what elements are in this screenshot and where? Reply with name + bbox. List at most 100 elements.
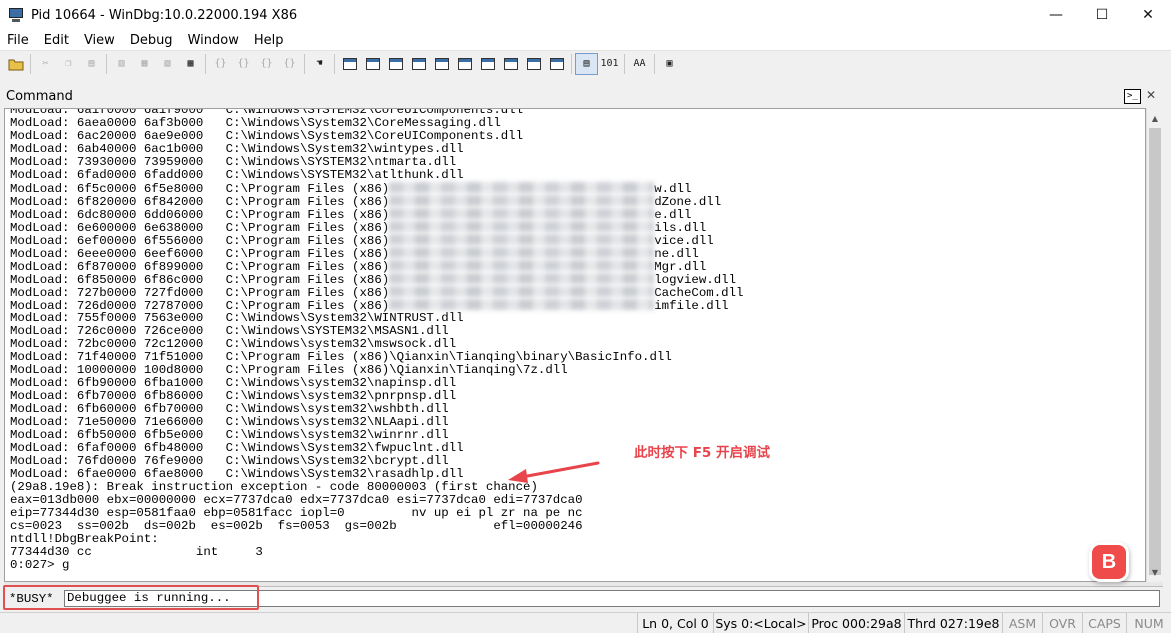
output-line-text: ModLoad: 6eee0000 6eef6000 C:\Program Fi… (10, 247, 390, 261)
open-folder-icon[interactable] (4, 53, 27, 75)
output-line-text: ModLoad: 726c0000 726ce000 C:\Windows\SY… (10, 324, 449, 338)
output-line: 0:027> g (10, 559, 743, 572)
minimize-button[interactable]: — (1033, 0, 1079, 30)
restart-icon[interactable]: ▦ (133, 53, 156, 75)
output-line-text: ModLoad: 71e50000 71e66000 C:\Windows\sy… (10, 415, 449, 429)
redacted-path (389, 221, 655, 232)
output-line-text: ModLoad: 6fae0000 6fae8000 C:\Windows\Sy… (10, 467, 464, 481)
close-button[interactable]: ✕ (1125, 0, 1171, 30)
output-line: ModLoad: 6fad0000 6fadd000 C:\Windows\SY… (10, 169, 743, 182)
scroll-up-arrow-icon[interactable]: ▲ (1147, 110, 1163, 126)
stop-debugging-icon[interactable]: ▧ (156, 53, 179, 75)
window-controls: — ☐ ✕ (1033, 0, 1171, 30)
output-line-text: ModLoad: 6ef00000 6f556000 C:\Program Fi… (10, 234, 390, 248)
paste-icon[interactable]: ▤ (80, 53, 103, 75)
toolbar-separator (624, 53, 625, 74)
redacted-path (389, 247, 655, 258)
break-icon[interactable]: ▩ (179, 53, 202, 75)
output-line-suffix: dZone.dll (654, 195, 722, 209)
status-system: Sys 0:<Local> (713, 613, 808, 633)
output-line-text: 77344d30 cc int 3 (10, 545, 263, 559)
menu-file[interactable]: File (0, 33, 37, 48)
output-line-text: ModLoad: 6fb70000 6fb86000 C:\Windows\sy… (10, 389, 457, 403)
copy-icon[interactable]: ❐ (57, 53, 80, 75)
locals-window-icon[interactable] (384, 53, 407, 75)
status-ovr: OVR (1042, 613, 1082, 633)
cut-icon[interactable]: ✂ (34, 53, 57, 75)
redacted-path (389, 195, 655, 206)
output-line-text: ModLoad: 6fb60000 6fb70000 C:\Windows\sy… (10, 402, 449, 416)
output-line-text: ModLoad: 6fb50000 6fb5e000 C:\Windows\sy… (10, 428, 449, 442)
title-bar: Pid 10664 - WinDbg:10.0.22000.194 X86 — … (0, 0, 1171, 30)
memory-window-icon[interactable] (430, 53, 453, 75)
annotation-text: 此时按下 F5 开启调试 (634, 445, 771, 461)
output-line: 77344d30 cc int 3 (10, 546, 743, 559)
output-line: ModLoad: 6f5c0000 6f5e8000 C:\Program Fi… (10, 182, 743, 196)
menu-window[interactable]: Window (181, 33, 247, 48)
output-line-text: ModLoad: 6f850000 6f86c000 C:\Program Fi… (10, 273, 390, 287)
watch-window-icon[interactable] (361, 53, 384, 75)
output-line-suffix: e.dll (654, 208, 692, 222)
font-icon[interactable]: AA (628, 53, 651, 75)
output-line-text: ModLoad: 6e600000 6e638000 C:\Program Fi… (10, 221, 390, 235)
status-line-col: Ln 0, Col 0 (637, 613, 713, 633)
processes-threads-icon[interactable] (522, 53, 545, 75)
options-icon[interactable]: ▣ (658, 53, 681, 75)
menu-view[interactable]: View (77, 33, 123, 48)
scroll-down-arrow-icon[interactable]: ▼ (1147, 564, 1163, 580)
window-title: Pid 10664 - WinDbg:10.0.22000.194 X86 (31, 7, 298, 23)
redacted-path (389, 286, 655, 297)
go-icon[interactable]: ▥ (110, 53, 133, 75)
toolbar-separator (654, 53, 655, 74)
toolbar-separator (30, 53, 31, 74)
redacted-path (389, 208, 655, 219)
status-asm: ASM (1002, 613, 1042, 633)
annotation-badge: B (1092, 545, 1126, 579)
output-line-text: cs=0023 ss=002b ds=002b es=002b fs=0053 … (10, 519, 583, 533)
command-window-header: Command >_ ✕ (0, 86, 1171, 108)
step-over-icon[interactable]: {} (232, 53, 255, 75)
command-window-icon[interactable] (338, 53, 361, 75)
source-mode-icon[interactable] (545, 53, 568, 75)
hex-display-icon[interactable]: 101 (598, 53, 621, 75)
command-window-title: Command (6, 89, 73, 104)
disassembly-window-icon[interactable] (476, 53, 499, 75)
output-line-text: ModLoad: 6aea0000 6af3b000 C:\Windows\Sy… (10, 116, 501, 130)
step-into-icon[interactable]: {} (209, 53, 232, 75)
annotation-arrow-icon (508, 461, 600, 483)
output-line-suffix: ils.dll (654, 221, 707, 235)
scroll-thumb[interactable] (1149, 128, 1161, 575)
toolbar: ✂ ❐ ▤ ▥ ▦ ▧ ▩ {} {} {} {} ☚ ▤ 101 AA ▣ (0, 50, 1171, 76)
source-mode-toggle-icon[interactable]: ▤ (575, 52, 598, 75)
run-to-cursor-icon[interactable]: {} (278, 53, 301, 75)
call-stack-window-icon[interactable] (453, 53, 476, 75)
output-lines: ModLoad: 6a1f0000 6a1f9000 C:\Windows\SY… (10, 109, 744, 572)
output-line-text: ModLoad: 71f40000 71f51000 C:\Program Fi… (10, 350, 672, 364)
menu-edit[interactable]: Edit (37, 33, 77, 48)
output-line-text: ModLoad: 6faf0000 6fb48000 C:\Windows\Sy… (10, 441, 464, 455)
redacted-path (389, 299, 655, 310)
output-line-suffix: Mgr.dll (654, 260, 707, 274)
output-line-text: ModLoad: 76fd0000 76fe9000 C:\Windows\Sy… (10, 454, 449, 468)
command-window-close-icon[interactable]: ✕ (1146, 88, 1156, 102)
output-line-text: ModLoad: 6f820000 6f842000 C:\Program Fi… (10, 195, 390, 209)
hand-icon[interactable]: ☚ (308, 53, 331, 75)
output-line-text: ntdll!DbgBreakPoint: (10, 532, 159, 546)
output-line-suffix: w.dll (654, 182, 692, 196)
output-line-text: 0:027> g (10, 558, 70, 572)
command-output[interactable]: ModLoad: 6a1f0000 6a1f9000 C:\Windows\SY… (4, 108, 1146, 582)
step-out-icon[interactable]: {} (255, 53, 278, 75)
maximize-button[interactable]: ☐ (1079, 0, 1125, 30)
toolbar-separator (205, 53, 206, 74)
scratch-pad-icon[interactable] (499, 53, 522, 75)
toolbar-separator (106, 53, 107, 74)
status-caps: CAPS (1082, 613, 1126, 633)
output-line-text: ModLoad: 755f0000 7563e000 C:\Windows\Sy… (10, 311, 464, 325)
menu-debug[interactable]: Debug (123, 33, 181, 48)
toolbar-separator (334, 53, 335, 74)
output-line-suffix: CacheCom.dll (654, 286, 744, 300)
menu-help[interactable]: Help (247, 33, 292, 48)
command-prompt-icon[interactable]: >_ (1124, 89, 1141, 104)
output-vertical-scrollbar[interactable]: ▲ ▼ (1146, 108, 1163, 582)
registers-window-icon[interactable] (407, 53, 430, 75)
